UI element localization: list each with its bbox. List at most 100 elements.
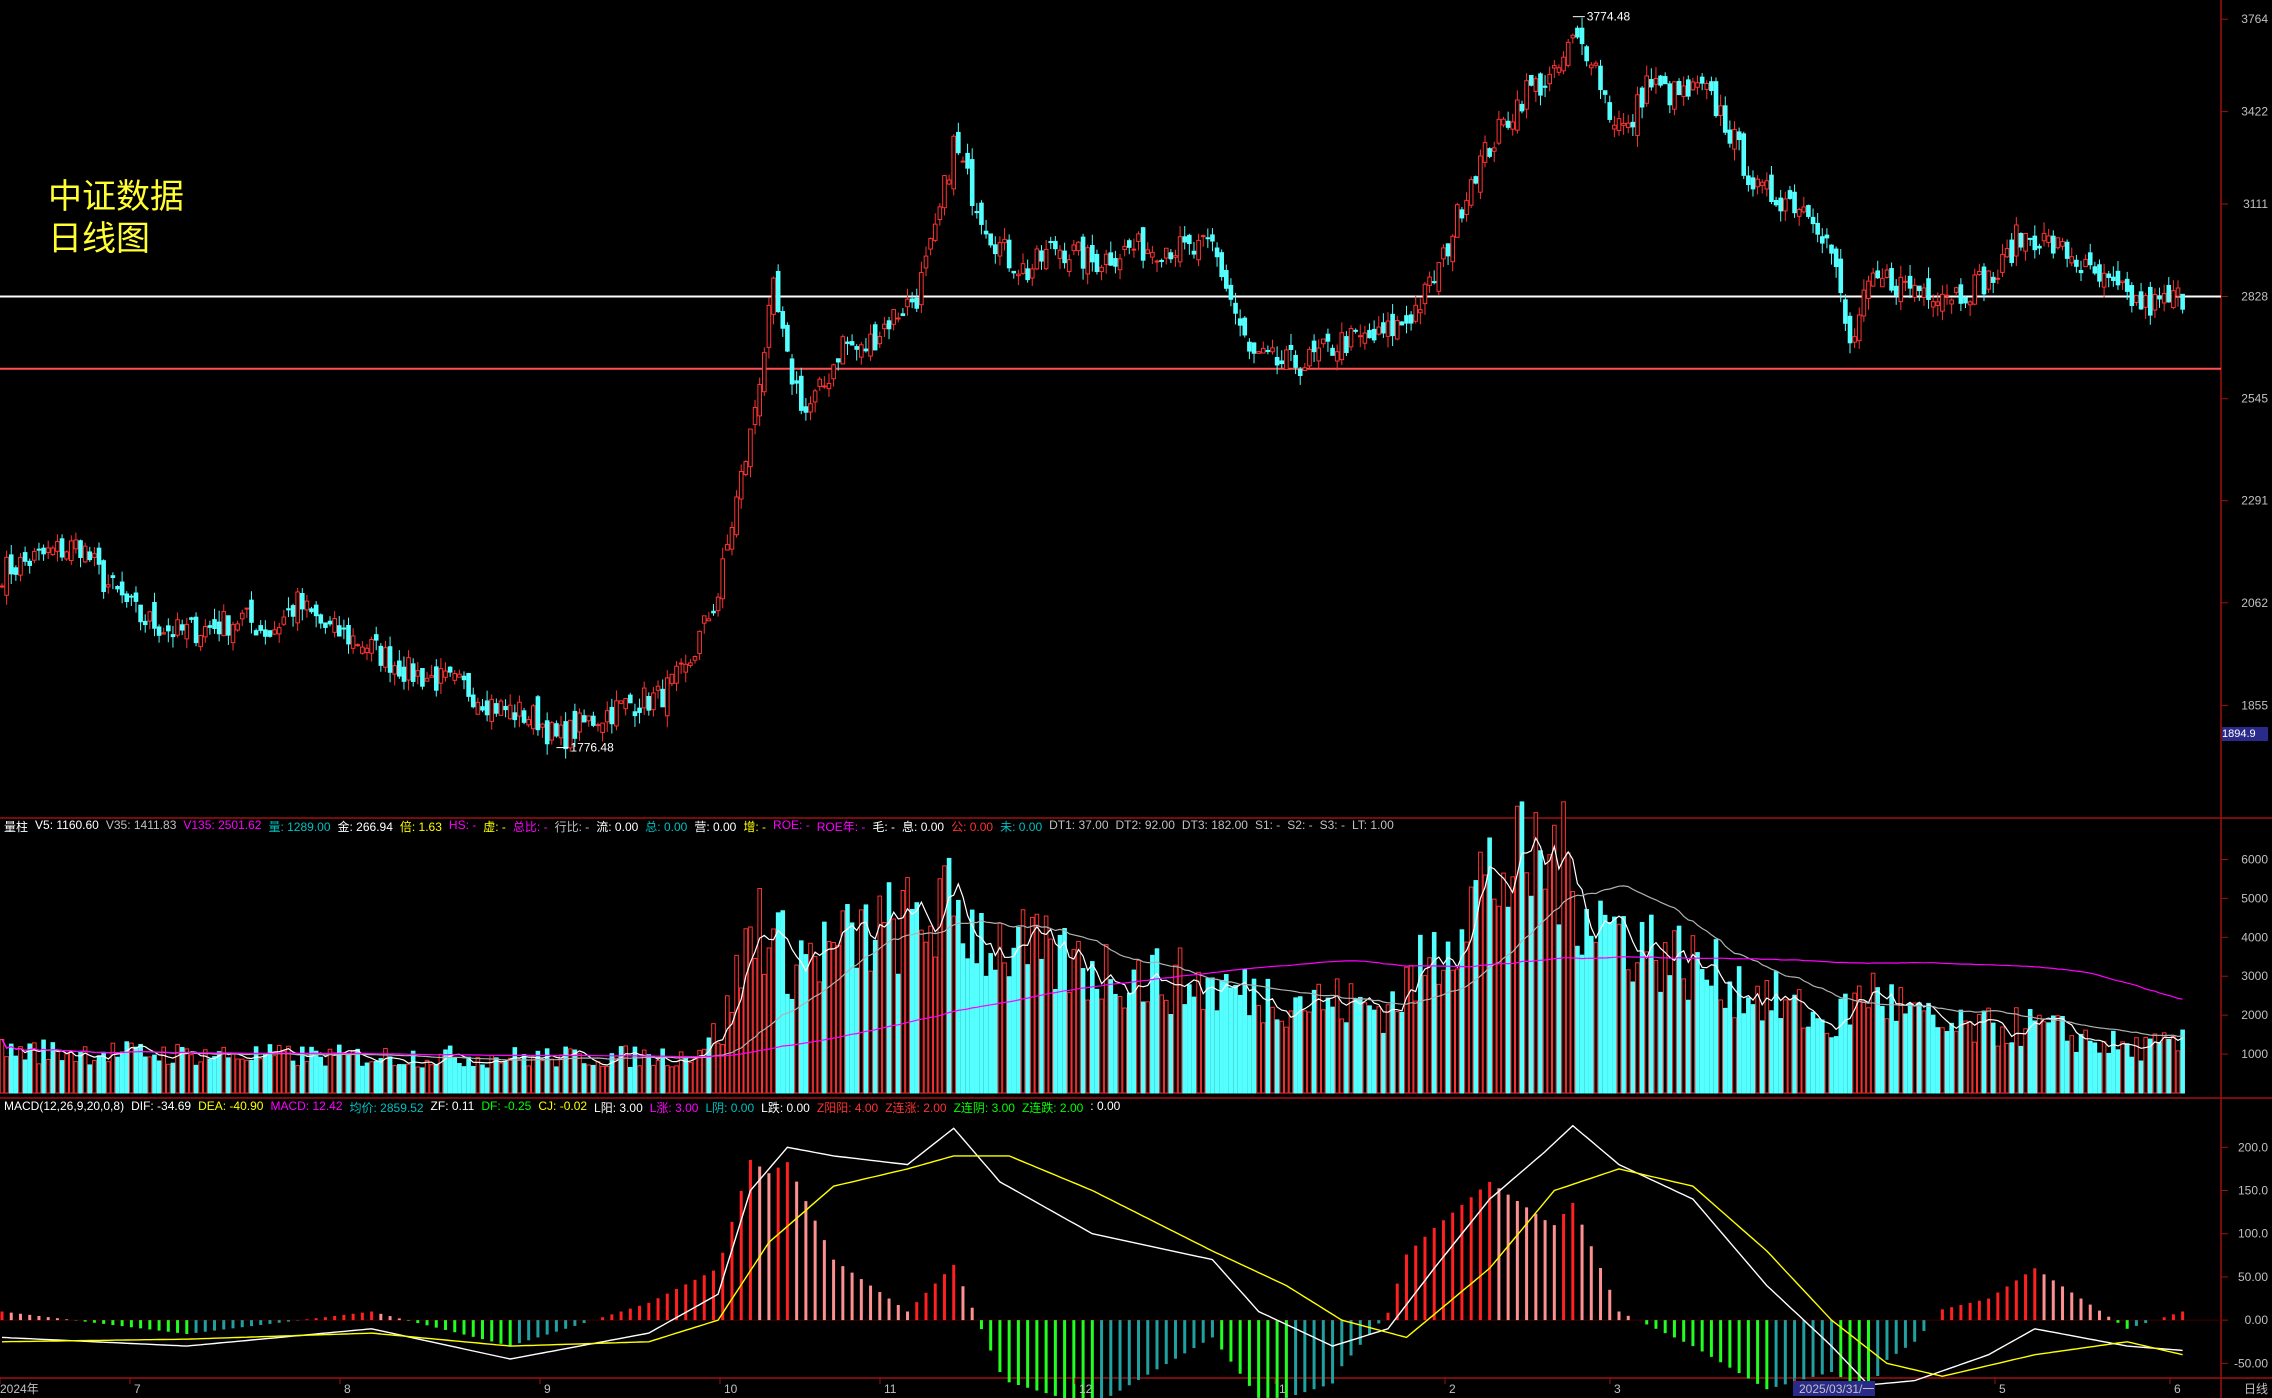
- volume-bar: [1029, 916, 1035, 1094]
- candle-body: [2027, 237, 2033, 240]
- candle-body: [161, 632, 166, 635]
- volume-bar: [1880, 1005, 1885, 1094]
- candle-body: [849, 341, 855, 346]
- volume-indicator-value: 量柱: [4, 820, 29, 834]
- candle-body: [1773, 199, 1779, 206]
- candle-body: [1792, 191, 1797, 214]
- volume-bar: [1718, 999, 1723, 1094]
- volume-bar: [928, 925, 933, 1094]
- volume-bar: [2078, 1033, 2084, 1094]
- volume-bar: [175, 1043, 180, 1094]
- candle-body: [2143, 295, 2148, 308]
- candle-body: [946, 179, 952, 185]
- candle-body: [1371, 328, 1377, 341]
- candle-body: [706, 618, 712, 622]
- candle-body: [1279, 360, 1285, 365]
- volume-bar: [1274, 1019, 1280, 1094]
- volume-bar: [1907, 1003, 1913, 1094]
- candle-body: [1616, 118, 1622, 132]
- volume-bar: [1565, 852, 1571, 1094]
- candle-body: [69, 540, 74, 562]
- price-tick-label: 1855: [2241, 698, 2268, 712]
- candle-body: [1829, 244, 1834, 254]
- volume-bar: [993, 969, 998, 1094]
- volume-bar: [1099, 998, 1104, 1094]
- volume-indicator-value: 公: 0.00: [951, 820, 994, 834]
- volume-bar: [1307, 1011, 1312, 1094]
- volume-bar: [1815, 1018, 1820, 1094]
- volume-bar: [281, 1050, 287, 1094]
- volume-bar: [323, 1065, 328, 1094]
- volume-bar: [2046, 1022, 2051, 1094]
- candle-body: [507, 704, 513, 720]
- volume-bar: [863, 904, 869, 1094]
- volume-bar: [655, 1059, 661, 1094]
- candle-body: [1524, 80, 1529, 110]
- volume-bar: [1367, 1005, 1372, 1094]
- volume-bar: [1533, 812, 1539, 1094]
- volume-bar: [1071, 948, 1077, 1094]
- volume-bar: [1339, 1018, 1345, 1094]
- volume-bar: [1584, 909, 1589, 1094]
- volume-bar: [341, 1052, 347, 1094]
- volume-bar: [1570, 890, 1576, 1094]
- volume-bar: [415, 1066, 421, 1094]
- candle-body: [2111, 276, 2116, 281]
- volume-bar: [965, 958, 970, 1094]
- volume-bar: [2166, 1038, 2172, 1094]
- candle-body: [1311, 340, 1317, 353]
- volume-bar: [1053, 989, 1058, 1094]
- candle-body: [429, 675, 434, 678]
- candle-body: [1764, 180, 1770, 190]
- volume-indicator-value: 毛: -: [872, 820, 896, 834]
- candle-body: [105, 584, 111, 588]
- candle-body: [2166, 284, 2172, 303]
- volume-bar: [1006, 976, 1012, 1094]
- stock-chart-canvas[interactable]: 3774.481776.48 3764342231112828254522912…: [0, 0, 2272, 1398]
- candle-body: [276, 627, 282, 635]
- volume-bar: [909, 908, 915, 1094]
- volume-bar: [1344, 1022, 1349, 1094]
- candle-body: [290, 605, 296, 617]
- volume-bar: [1930, 1014, 1936, 1094]
- candle-body: [415, 670, 421, 677]
- candle-body: [4, 556, 9, 596]
- volume-bar: [1505, 906, 1511, 1094]
- volume-bar: [725, 995, 730, 1094]
- volume-bar: [1870, 972, 1876, 1094]
- candle-body: [1528, 75, 1534, 86]
- candle-body: [752, 406, 758, 426]
- volume-bar: [1741, 1013, 1747, 1094]
- candle-body: [1695, 82, 1700, 88]
- candle-body: [1515, 99, 1520, 131]
- volume-bar: [166, 1063, 171, 1094]
- candle-body: [674, 665, 679, 684]
- candle-body: [364, 647, 370, 654]
- volume-bar: [743, 928, 749, 1094]
- candle-body: [1247, 341, 1252, 352]
- volume-bar: [1126, 992, 1132, 1094]
- volume-bar: [346, 1053, 351, 1094]
- volume-bar: [1279, 1020, 1285, 1094]
- candle-body: [637, 707, 642, 713]
- candle-body: [974, 211, 980, 214]
- volume-bar: [129, 1042, 134, 1094]
- volume-bar: [170, 1062, 176, 1094]
- macd-tick-label: 200.0: [2238, 1140, 2268, 1154]
- candle-body: [775, 270, 781, 313]
- candle-body: [1856, 314, 1862, 342]
- volume-bar: [1528, 895, 1534, 1094]
- candle-body: [1367, 329, 1372, 339]
- macd-indicator-value: L跌: 0.00: [761, 1101, 810, 1115]
- candle-body: [1963, 297, 1968, 304]
- candle-body: [1163, 247, 1169, 259]
- volume-bar: [872, 939, 878, 1094]
- candle-body: [433, 666, 439, 691]
- volume-bar: [489, 1054, 495, 1094]
- candle-body: [267, 630, 273, 637]
- candle-body: [531, 705, 536, 730]
- volume-bar: [1861, 1001, 1867, 1094]
- volume-bar: [1625, 969, 1631, 1094]
- volume-bar: [1270, 1006, 1275, 1094]
- volume-indicator-value: LT: 1.00: [1351, 818, 1394, 832]
